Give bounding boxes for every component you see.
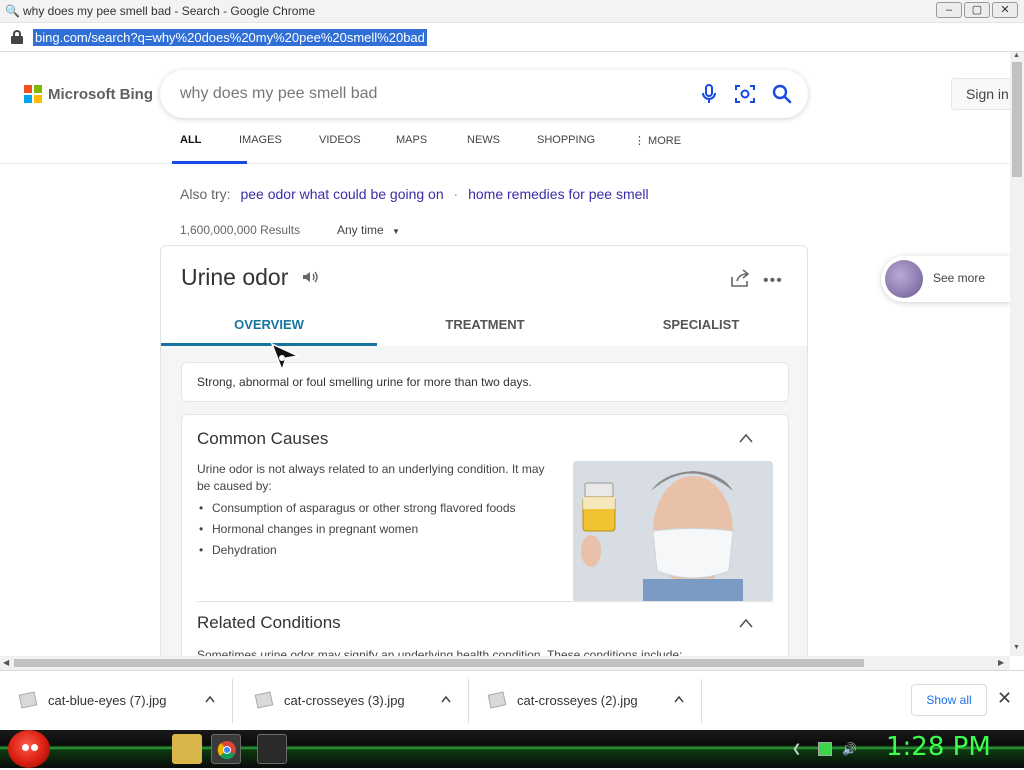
causes-intro: Urine odor is not always related to an u…	[197, 462, 545, 493]
section-title: Common Causes	[197, 429, 329, 448]
card-title: Urine odor	[181, 264, 289, 290]
taskbar: ❮ 🔊 1:28 PM	[0, 730, 1024, 768]
image-file-icon	[254, 691, 274, 709]
tab-shopping[interactable]: SHOPPING	[537, 134, 634, 164]
common-causes-section: Common Causes Urine odor is not always r…	[181, 414, 789, 664]
download-bar: cat-blue-eyes (7).jpg cat-crosseyes (3).…	[0, 670, 1024, 730]
logo-text: Microsoft Bing	[48, 85, 153, 103]
scroll-down-icon[interactable]: ▼	[1013, 644, 1020, 651]
doctor-image[interactable]	[573, 461, 773, 602]
search-tabs: ALL IMAGES VIDEOS MAPS NEWS SHOPPING ⋮ M…	[172, 134, 694, 164]
tab-overview[interactable]: OVERVIEW	[161, 306, 377, 346]
window-icon[interactable]	[257, 734, 287, 764]
chevron-up-icon[interactable]	[441, 695, 451, 703]
start-button[interactable]	[8, 730, 50, 768]
visual-search-icon[interactable]	[733, 82, 757, 106]
caret-down-icon: ▼	[392, 227, 400, 236]
chevron-up-icon[interactable]	[674, 695, 684, 703]
search-box[interactable]	[160, 70, 808, 118]
tab-videos[interactable]: VIDEOS	[319, 134, 396, 164]
scroll-right-icon[interactable]: ▶	[998, 658, 1004, 667]
microphone-icon[interactable]	[697, 82, 721, 106]
image-file-icon	[487, 691, 507, 709]
share-icon[interactable]	[729, 268, 751, 288]
list-item: Consumption of asparagus or other strong…	[197, 501, 516, 522]
chevron-up-icon[interactable]	[739, 618, 753, 628]
volume-icon[interactable]: 🔊	[842, 742, 857, 756]
download-item[interactable]: cat-crosseyes (2).jpg	[469, 679, 702, 723]
download-filename: cat-crosseyes (3).jpg	[284, 693, 405, 708]
more-options-icon[interactable]: •••	[763, 272, 783, 290]
close-button[interactable]: ✕	[992, 2, 1018, 18]
scroll-up-icon[interactable]: ▲	[1013, 52, 1020, 59]
search-icon[interactable]	[770, 82, 794, 106]
tab-more[interactable]: ⋮ MORE	[634, 134, 694, 164]
scrollbar-thumb[interactable]	[1012, 62, 1022, 177]
chrome-icon[interactable]	[211, 734, 241, 764]
eye-decoration	[31, 744, 38, 751]
also-try-link[interactable]: pee odor what could be going on	[240, 186, 443, 202]
window-title: why does my pee smell bad - Search - Goo…	[23, 4, 316, 18]
scroll-left-icon[interactable]: ◀	[3, 658, 9, 667]
divider	[197, 601, 773, 602]
time-filter[interactable]: Any time ▼	[337, 223, 400, 237]
download-filename: cat-blue-eyes (7).jpg	[48, 693, 167, 708]
scrollbar-thumb[interactable]	[14, 659, 864, 667]
window-title-bar: 🔍 why does my pee smell bad - Search - G…	[0, 0, 1024, 23]
card-tabs: OVERVIEW TREATMENT SPECIALIST	[161, 306, 807, 346]
maximize-button[interactable]: ▢	[964, 2, 990, 18]
show-hidden-icons-icon[interactable]: ❮	[792, 742, 806, 756]
tab-specialist[interactable]: SPECIALIST	[593, 306, 807, 346]
also-try-link[interactable]: home remedies for pee smell	[468, 186, 649, 202]
file-explorer-icon[interactable]	[172, 734, 202, 764]
image-file-icon	[18, 691, 38, 709]
section-title: Related Conditions	[197, 613, 341, 632]
microsoft-logo-icon	[24, 85, 42, 103]
search-icon: 🔍	[5, 4, 20, 18]
eye-decoration	[22, 744, 29, 751]
search-input[interactable]	[180, 83, 680, 105]
download-filename: cat-crosseyes (2).jpg	[517, 693, 638, 708]
url-text[interactable]: bing.com/search?q=why%20does%20my%20pee%…	[33, 28, 427, 46]
see-more-button[interactable]: See more	[881, 256, 1011, 302]
show-all-button[interactable]: Show all	[911, 684, 987, 716]
time-filter-label: Any time	[337, 223, 384, 237]
minimize-button[interactable]: –	[936, 2, 962, 18]
speaker-icon[interactable]	[301, 269, 319, 285]
card-body: Strong, abnormal or foul smelling urine …	[161, 346, 807, 664]
list-item: Hormonal changes in pregnant women	[197, 522, 516, 543]
bing-logo[interactable]: Microsoft Bing	[24, 85, 153, 103]
list-item: Dehydration	[197, 543, 516, 564]
lock-icon[interactable]	[11, 30, 23, 44]
tab-maps[interactable]: MAPS	[396, 134, 467, 164]
tab-all[interactable]: ALL	[172, 134, 247, 164]
tab-images[interactable]: IMAGES	[239, 134, 319, 164]
network-icon[interactable]	[818, 742, 832, 756]
download-item[interactable]: cat-blue-eyes (7).jpg	[0, 679, 233, 723]
close-icon[interactable]: ✕	[997, 688, 1012, 709]
address-bar[interactable]: bing.com/search?q=why%20does%20my%20pee%…	[0, 23, 1024, 52]
also-try-label: Also try:	[180, 186, 231, 202]
knowledge-card: Urine odor ••• OVERVIEW TREATMENT SPECIA…	[160, 245, 808, 665]
window-controls: – ▢ ✕	[936, 2, 1018, 18]
bing-header: Microsoft Bing Sign in ALL IMAGES VIDEOS…	[0, 52, 1015, 164]
separator-dot: ·	[453, 186, 459, 202]
mouse-cursor-icon	[270, 342, 300, 372]
related-image-thumbnail	[885, 260, 923, 298]
chevron-up-icon[interactable]	[739, 433, 753, 443]
result-count: 1,600,000,000 Results	[180, 223, 301, 237]
sign-in-button[interactable]: Sign in	[951, 78, 1015, 110]
also-try: Also try: pee odor what could be going o…	[180, 186, 649, 202]
causes-list: Consumption of asparagus or other strong…	[197, 501, 516, 564]
download-item[interactable]: cat-crosseyes (3).jpg	[236, 679, 469, 723]
tab-news[interactable]: NEWS	[467, 134, 537, 164]
see-more-label: See more	[933, 271, 986, 285]
vertical-scrollbar[interactable]: ▲ ▼	[1010, 52, 1024, 656]
clock[interactable]: 1:28 PM	[886, 732, 991, 762]
horizontal-scrollbar[interactable]: ◀ ▶	[0, 656, 1010, 670]
tab-treatment[interactable]: TREATMENT	[377, 306, 593, 346]
chevron-up-icon[interactable]	[205, 695, 215, 703]
